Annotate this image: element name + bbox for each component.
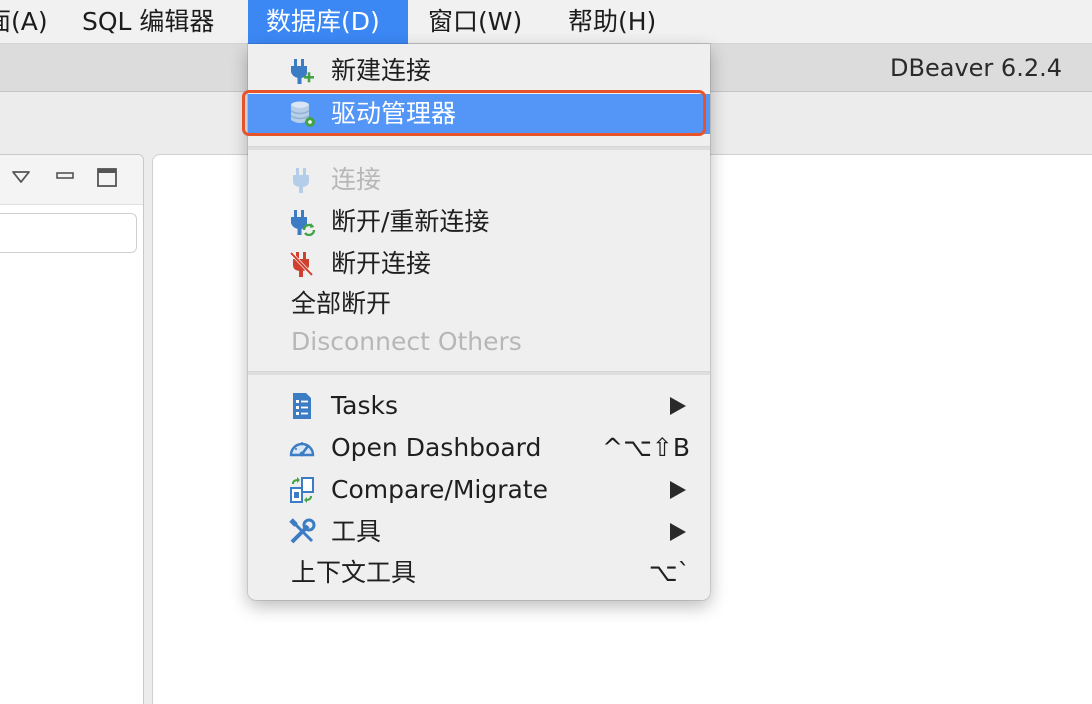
database-navigator-panel: [0, 154, 144, 704]
submenu-arrow-icon: [670, 523, 686, 541]
menubar-item-window-partial[interactable]: 面(A): [0, 0, 48, 44]
view-menu-icon[interactable]: [9, 165, 33, 189]
menu-item-label: Tasks: [331, 391, 398, 420]
menubar-item-sql-editor[interactable]: SQL 编辑器: [82, 0, 214, 44]
menu-item-open-dashboard[interactable]: Open Dashboard ^⌥⇧B: [248, 427, 710, 469]
menu-item-connect[interactable]: 连接: [248, 159, 710, 201]
menubar-item-window[interactable]: 窗口(W): [428, 0, 522, 44]
menu-item-label: 新建连接: [331, 56, 432, 85]
menu-item-label: 断开/重新连接: [331, 207, 490, 236]
plug-reconnect-icon: [288, 208, 316, 236]
menu-separator: [248, 371, 710, 375]
tools-icon: [288, 518, 316, 546]
window-title: DBeaver 6.2.4: [890, 54, 1062, 82]
minimize-icon[interactable]: [53, 165, 77, 189]
navigator-filter-input[interactable]: [0, 213, 137, 253]
dashboard-icon: [288, 434, 316, 462]
plug-connect-icon: [288, 166, 316, 194]
menu-item-reconnect[interactable]: 断开/重新连接: [248, 201, 710, 243]
submenu-arrow-icon: [670, 397, 686, 415]
shortcut-label: ^⌥⇧B: [602, 433, 690, 462]
callout-highlight-box: [242, 90, 706, 136]
plug-disconnect-icon: [288, 250, 316, 278]
compare-icon: [288, 476, 316, 504]
database-menu-dropdown: 新建连接 驱动管理器 连接 断开/重新连接 断开连接 全部断开 Disconne…: [242, 44, 710, 600]
menu-item-context-tools[interactable]: 上下文工具 ⌥`: [248, 552, 710, 594]
menu-item-disconnect[interactable]: 断开连接: [248, 243, 710, 285]
menu-bar: 面(A) SQL 编辑器 数据库(D) 窗口(W) 帮助(H): [0, 0, 1092, 44]
menu-item-label: 连接: [331, 165, 382, 194]
menu-item-disconnect-all[interactable]: 全部断开: [248, 283, 710, 325]
menu-item-label: 断开连接: [331, 249, 432, 278]
maximize-icon[interactable]: [95, 165, 119, 189]
tasks-icon: [288, 392, 316, 420]
menu-item-compare-migrate[interactable]: Compare/Migrate: [248, 469, 710, 511]
submenu-arrow-icon: [670, 481, 686, 499]
menu-item-label: 工具: [331, 517, 382, 546]
menubar-item-database[interactable]: 数据库(D): [248, 0, 408, 44]
menu-item-label: Open Dashboard: [331, 433, 542, 462]
menu-item-tools[interactable]: 工具: [248, 511, 710, 553]
menu-item-disconnect-others[interactable]: Disconnect Others: [248, 321, 710, 363]
menubar-item-help[interactable]: 帮助(H): [568, 0, 656, 44]
shortcut-label: ⌥`: [648, 558, 690, 587]
menu-item-label: Disconnect Others: [291, 327, 522, 356]
menu-item-label: 全部断开: [291, 289, 392, 318]
plug-add-icon: [288, 57, 316, 85]
menu-item-label: 上下文工具: [291, 558, 417, 587]
navigator-panel-header: [0, 155, 143, 205]
menu-separator: [248, 146, 710, 150]
menu-item-tasks[interactable]: Tasks: [248, 385, 710, 427]
menu-item-new-connection[interactable]: 新建连接: [248, 50, 710, 92]
menu-item-label: Compare/Migrate: [331, 475, 548, 504]
